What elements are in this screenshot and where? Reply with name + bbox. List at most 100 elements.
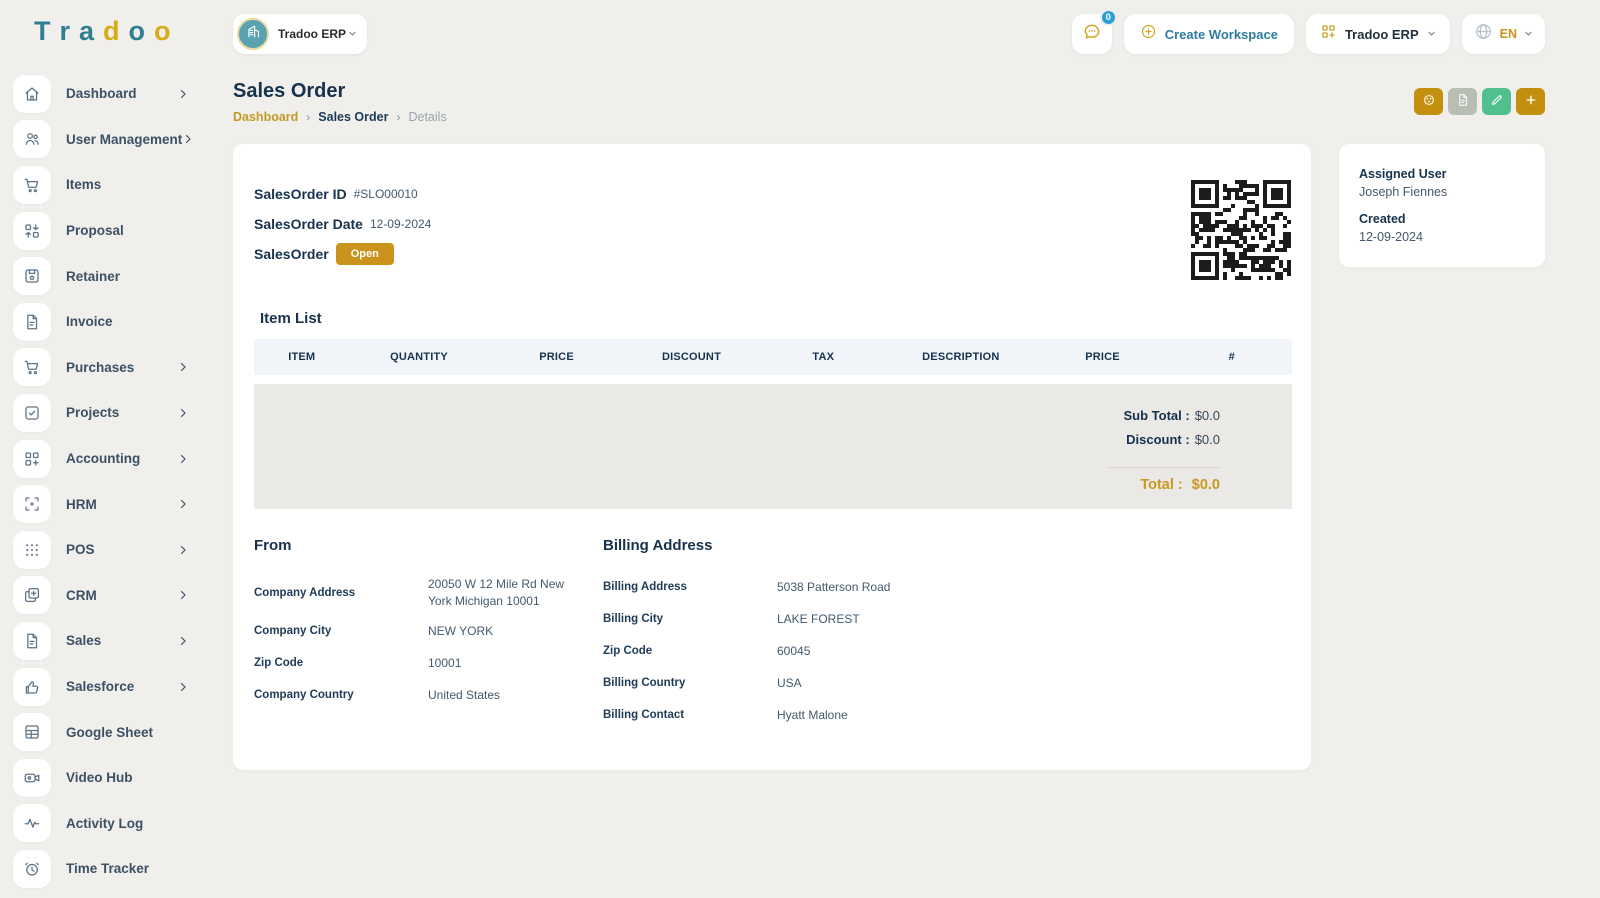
from-value: United States: [428, 687, 500, 704]
plus-icon: [1524, 93, 1538, 110]
sidebar-item-sales[interactable]: Sales: [0, 618, 215, 664]
from-value: 10001: [428, 655, 461, 672]
sidebar-item-label: Google Sheet: [66, 725, 153, 740]
sidebar-item-user-management[interactable]: User Management: [0, 117, 215, 163]
add-button[interactable]: [1516, 88, 1545, 115]
discount-value: $0.0: [1195, 428, 1220, 452]
sidebar-item-label: HRM: [66, 497, 97, 512]
sidebar-item-purchases[interactable]: Purchases: [0, 345, 215, 391]
action-buttons: [1414, 88, 1545, 115]
breadcrumb-dashboard[interactable]: Dashboard: [233, 110, 298, 124]
table-icon: [13, 713, 51, 751]
check-square-icon: [13, 394, 51, 432]
assigned-user-label: Assigned User: [1359, 167, 1525, 181]
from-value: NEW YORK: [428, 623, 493, 640]
workspace-avatar: [237, 18, 269, 50]
created-value: 12-09-2024: [1359, 230, 1525, 244]
sidebar-item-invoice[interactable]: Invoice: [0, 299, 215, 345]
palette-icon: [1422, 93, 1436, 110]
chat-button[interactable]: 0: [1072, 14, 1112, 54]
page-title: Sales Order: [233, 80, 447, 103]
billing-row-billing-address: Billing Address5038 Patterson Road: [603, 576, 1292, 598]
sidebar-item-hrm[interactable]: HRM: [0, 481, 215, 527]
column-header-discount-3: DISCOUNT: [625, 351, 759, 363]
chevron-right-icon: [177, 589, 189, 601]
sidebar-item-dashboard[interactable]: Dashboard: [0, 71, 215, 117]
item-table-header: ITEMQUANTITYPRICEDISCOUNTTAXDESCRIPTIONP…: [254, 339, 1292, 375]
sidebar-item-video-hub[interactable]: Video Hub: [0, 755, 215, 801]
sidebar-item-label: Dashboard: [66, 86, 137, 101]
logo-letter-0: T: [34, 16, 53, 46]
sidebar-item-label: CRM: [66, 588, 97, 603]
billing-row-billing-contact: Billing ContactHyatt Malone: [603, 704, 1292, 726]
from-label: Company City: [254, 625, 428, 637]
language-selector[interactable]: EN: [1462, 14, 1545, 54]
chevron-right-icon: [177, 635, 189, 647]
create-workspace-button[interactable]: Create Workspace: [1124, 14, 1294, 54]
workspace-selector[interactable]: Tradoo ERP: [233, 14, 367, 54]
sidebar-item-google-sheet[interactable]: Google Sheet: [0, 709, 215, 755]
billing-label: Zip Code: [603, 645, 777, 657]
order-id-label: SalesOrder ID: [254, 186, 347, 202]
column-header-price-6: PRICE: [1033, 351, 1171, 363]
create-workspace-label: Create Workspace: [1165, 27, 1278, 42]
sidebar-item-retainer[interactable]: Retainer: [0, 253, 215, 299]
total-label: Total :: [1140, 477, 1182, 493]
order-header: SalesOrder ID #SLO00010 SalesOrder Date …: [254, 180, 1292, 280]
assigned-user-value: Joseph Fiennes: [1359, 185, 1525, 199]
edit-button[interactable]: [1482, 88, 1511, 115]
thumbs-up-icon: [13, 668, 51, 706]
chevron-down-icon: [1427, 25, 1436, 43]
sidebar-nav: Dashboard User ManagementItemsProposalRet…: [0, 71, 215, 892]
sidebar-item-items[interactable]: Items: [0, 162, 215, 208]
file-icon: [13, 303, 51, 341]
sidebar-item-salesforce[interactable]: Salesforce: [0, 664, 215, 710]
dots-grid-icon: [13, 531, 51, 569]
billing-row-billing-country: Billing CountryUSA: [603, 672, 1292, 694]
palette-button[interactable]: [1414, 88, 1443, 115]
tradoo-erp-button[interactable]: Tradoo ERP: [1306, 14, 1450, 54]
pencil-icon: [1490, 93, 1504, 110]
tradoo-erp-label: Tradoo ERP: [1345, 27, 1419, 42]
chevron-right-icon: [177, 88, 189, 100]
save-disk-icon: [13, 257, 51, 295]
cart-icon: [13, 166, 51, 204]
breadcrumb-sales-order[interactable]: Sales Order: [318, 110, 388, 124]
sidebar-item-proposal[interactable]: Proposal: [0, 208, 215, 254]
sidebar-item-label: Time Tracker: [66, 861, 149, 876]
topbar-right: 0 Create Workspace Tradoo ERP EN: [1072, 14, 1545, 54]
globe-icon: [1474, 22, 1493, 46]
status-badge: Open: [336, 243, 394, 265]
from-row-company-address: Company Address20050 W 12 Mile Rd New Yo…: [254, 576, 603, 610]
item-list-title: Item List: [260, 310, 1292, 327]
alarm-clock-icon: [13, 850, 51, 888]
sidebar-item-activity-log[interactable]: Activity Log: [0, 801, 215, 847]
grid-arrows-icon: [13, 212, 51, 250]
home-icon: [13, 75, 51, 113]
sidebar-item-projects[interactable]: Projects: [0, 390, 215, 436]
from-row-company-country: Company CountryUnited States: [254, 684, 603, 706]
scan-target-icon: [13, 485, 51, 523]
document-button[interactable]: [1448, 88, 1477, 115]
logo-letter-1: r: [60, 16, 73, 46]
item-table-body: Sub Total : $0.0 Discount : $0.0 Total :…: [254, 384, 1292, 509]
sidebar-item-label: Video Hub: [66, 770, 133, 785]
column-header-price-2: PRICE: [489, 351, 625, 363]
column-header-quantity-1: QUANTITY: [349, 351, 488, 363]
breadcrumb-separator: ›: [306, 110, 310, 124]
address-section: From Company Address20050 W 12 Mile Rd N…: [254, 537, 1292, 736]
sidebar-item-label: Projects: [66, 405, 119, 420]
chat-icon: [1082, 22, 1102, 47]
chevron-down-icon: [1524, 25, 1533, 43]
sidebar-item-pos[interactable]: POS: [0, 527, 215, 573]
billing-value: 5038 Patterson Road: [777, 579, 890, 596]
sidebar-item-accounting[interactable]: Accounting: [0, 436, 215, 482]
from-section: From Company Address20050 W 12 Mile Rd N…: [254, 537, 603, 736]
sidebar-item-label: Purchases: [66, 360, 134, 375]
column-header-description-5: DESCRIPTION: [888, 351, 1033, 363]
sidebar-item-time-tracker[interactable]: Time Tracker: [0, 846, 215, 892]
chevron-right-icon: [182, 133, 194, 145]
chevron-right-icon: [177, 453, 189, 465]
logo-letter-2: a: [79, 16, 96, 46]
sidebar-item-crm[interactable]: CRM: [0, 573, 215, 619]
